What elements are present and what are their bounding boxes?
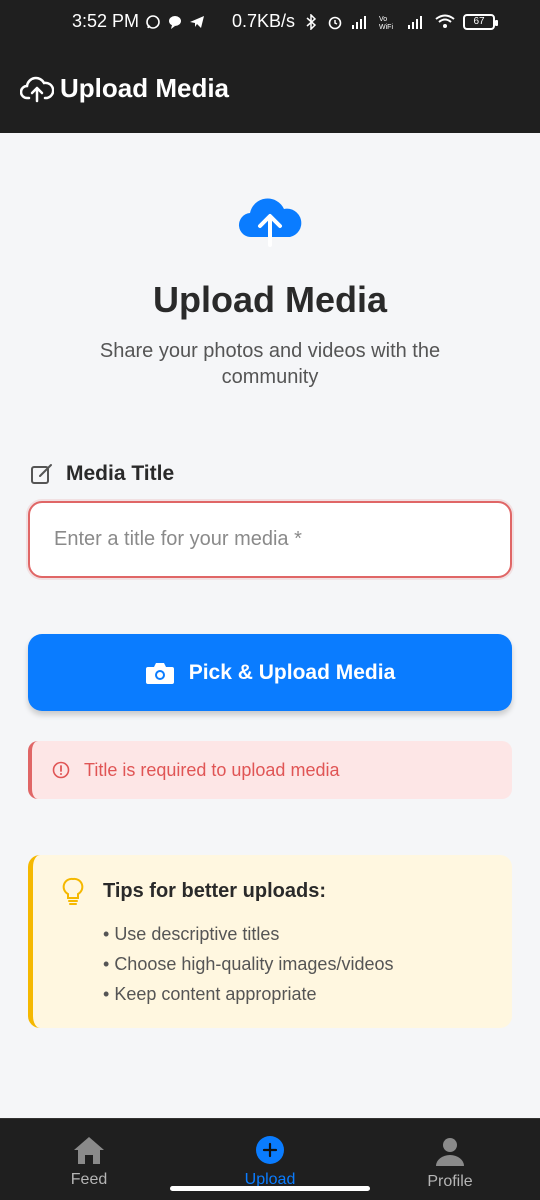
cloud-upload-icon (238, 198, 302, 247)
home-indicator[interactable] (170, 1186, 370, 1191)
field-label-text: Media Title (66, 462, 175, 485)
pick-upload-button[interactable]: Pick & Upload Media (28, 634, 512, 711)
edit-icon (31, 464, 52, 484)
signal-icon (352, 15, 367, 29)
battery-icon: 67 (463, 13, 499, 30)
home-icon (74, 1137, 104, 1164)
header-title: Upload Media (60, 73, 230, 103)
media-title-label: Media Title (30, 462, 174, 486)
wifi-icon (435, 14, 455, 28)
status-bar: 3:52 PM 0.7KB/s Vo WiFi 67 (0, 0, 540, 44)
message-icon (169, 15, 182, 29)
status-right: 0.7KB/s Vo WiFi 67 (232, 11, 499, 32)
status-left: 3:52 PM (72, 11, 205, 32)
tips-list: Use descriptive titles Choose high-quali… (103, 919, 393, 1009)
whatsapp-icon (146, 14, 160, 29)
tips-title: Tips for better uploads: (103, 880, 326, 902)
signal-icon-2 (408, 15, 423, 29)
tip-item: Use descriptive titles (103, 919, 393, 949)
upload-button-label: Pick & Upload Media (188, 660, 396, 684)
nav-label-profile: Profile (427, 1173, 473, 1190)
media-title-input[interactable] (28, 501, 512, 578)
lightbulb-icon (62, 877, 84, 905)
error-message: Title is required to upload media (28, 741, 512, 799)
nav-item-feed[interactable]: Feed (29, 1119, 149, 1200)
user-icon (436, 1138, 464, 1166)
cloud-upload-icon (20, 76, 54, 102)
app-header: Upload Media (0, 44, 540, 133)
tip-item: Keep content appropriate (103, 979, 393, 1009)
nav-label-feed: Feed (70, 1171, 108, 1188)
svg-text:Vo: Vo (379, 16, 387, 23)
camera-icon (145, 662, 174, 684)
tip-item: Choose high-quality images/videos (103, 949, 393, 979)
vowifi-icon: VoWiFi (379, 16, 393, 30)
plus-circle-icon (256, 1136, 284, 1164)
page-subtitle: Share your photos and videos with the co… (99, 340, 441, 388)
battery-level: 67 (473, 16, 485, 27)
svg-text:WiFi: WiFi (379, 24, 393, 30)
page-title: Upload Media (152, 279, 388, 320)
telegram-icon (190, 15, 205, 28)
status-time: 3:52 PM (72, 11, 140, 31)
alarm-icon (328, 16, 342, 29)
tips-box: Tips for better uploads: Use descriptive… (28, 855, 512, 1028)
network-speed: 0.7KB/s (232, 11, 296, 31)
alert-circle-icon (52, 761, 70, 779)
error-text: Title is required to upload media (84, 759, 340, 780)
bluetooth-icon (306, 13, 317, 30)
nav-item-profile[interactable]: Profile (390, 1119, 510, 1200)
